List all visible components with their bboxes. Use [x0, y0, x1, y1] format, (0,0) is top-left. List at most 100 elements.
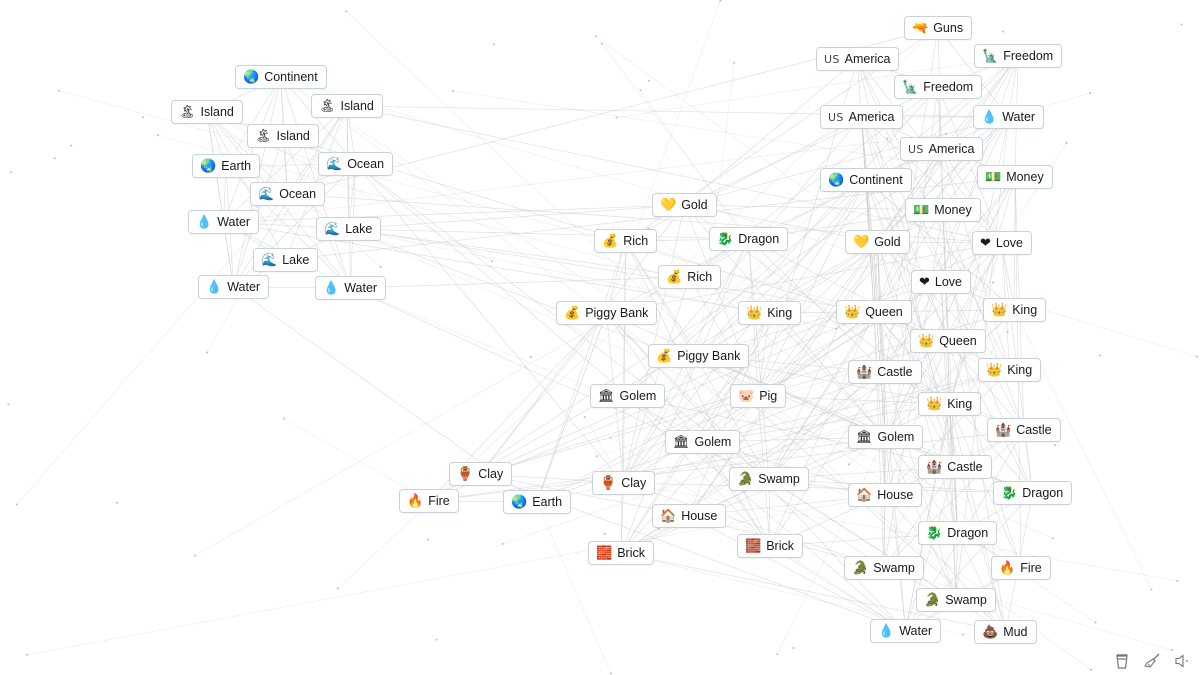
element-ocean[interactable]: 🌊 Ocean: [318, 152, 394, 176]
element-clay[interactable]: 🏺 Clay: [449, 462, 513, 486]
element-dragon[interactable]: 🐉 Dragon: [993, 481, 1073, 505]
element-label: Piggy Bank: [677, 349, 741, 363]
stray-dot: [53, 157, 56, 160]
element-water[interactable]: 💧 Water: [973, 105, 1045, 129]
element-label: Castle: [1016, 423, 1052, 437]
element-king[interactable]: 👑 King: [983, 298, 1047, 322]
element-queen[interactable]: 👑 Queen: [910, 329, 986, 353]
element-fire[interactable]: 🔥 Fire: [991, 556, 1051, 580]
element-guns[interactable]: 🔫 Guns: [904, 16, 973, 40]
coffee-cup-icon[interactable]: [1114, 653, 1130, 669]
element-clay[interactable]: 🏺 Clay: [592, 471, 656, 495]
element-water[interactable]: 💧 Water: [315, 276, 387, 300]
element-queen[interactable]: 👑 Queen: [836, 300, 912, 324]
element-freedom[interactable]: 🗽 Freedom: [974, 44, 1063, 68]
speaker-muted-icon[interactable]: [1174, 653, 1190, 669]
element-golem[interactable]: 🏛 Golem: [665, 430, 741, 454]
element-king[interactable]: 👑 King: [978, 358, 1042, 382]
broom-icon[interactable]: [1144, 653, 1160, 669]
element-lake[interactable]: 🌊 Lake: [253, 248, 319, 272]
castle-icon: 🏰: [856, 364, 873, 380]
element-label: Continent: [849, 173, 903, 187]
crown-icon: 👑: [746, 305, 763, 321]
element-money[interactable]: 💵 Money: [977, 165, 1053, 189]
edge-line: [940, 176, 1016, 283]
element-water[interactable]: 💧 Water: [198, 275, 270, 299]
element-earth[interactable]: 🌏 Earth: [192, 154, 261, 178]
element-mud[interactable]: 💩 Mud: [974, 620, 1037, 644]
element-continent[interactable]: 🌏 Continent: [235, 65, 327, 89]
element-swamp[interactable]: 🐊 Swamp: [844, 556, 924, 580]
stray-dot: [70, 144, 73, 147]
edge-line: [623, 355, 699, 484]
element-money[interactable]: 💵 Money: [905, 198, 981, 222]
us-flag-icon: US: [908, 142, 924, 156]
element-america[interactable]: US America: [816, 47, 900, 71]
element-label: Freedom: [923, 80, 974, 94]
element-america[interactable]: US America: [820, 105, 904, 129]
element-dragon[interactable]: 🐉 Dragon: [918, 521, 998, 545]
element-love[interactable]: ❤ Love: [911, 270, 972, 294]
element-label: Dragon: [738, 232, 780, 246]
element-king[interactable]: 👑 King: [738, 301, 802, 325]
element-label: Earth: [221, 159, 252, 173]
element-love[interactable]: ❤ Love: [972, 231, 1033, 255]
element-island[interactable]: 🏝 Island: [247, 124, 319, 148]
element-island[interactable]: 🏝 Island: [311, 94, 383, 118]
element-golem[interactable]: 🏛 Golem: [848, 425, 924, 449]
element-label: Golem: [619, 389, 657, 403]
element-castle[interactable]: 🏰 Castle: [848, 360, 922, 384]
element-golem[interactable]: 🏛 Golem: [590, 384, 666, 408]
element-earth[interactable]: 🌏 Earth: [503, 490, 572, 514]
globe-icon: 🌏: [200, 158, 217, 174]
element-house[interactable]: 🏠 House: [652, 504, 727, 528]
element-fire[interactable]: 🔥 Fire: [399, 489, 459, 513]
clay-icon: 🏺: [600, 475, 617, 491]
element-america[interactable]: US America: [900, 137, 984, 161]
element-king[interactable]: 👑 King: [918, 392, 982, 416]
element-pig[interactable]: 🐷 Pig: [730, 384, 787, 408]
element-ocean[interactable]: 🌊 Ocean: [250, 182, 326, 206]
element-label: Swamp: [758, 472, 800, 486]
golem-icon: 🏛: [598, 388, 615, 404]
element-swamp[interactable]: 🐊 Swamp: [729, 467, 809, 491]
element-gold[interactable]: 💛 Gold: [845, 230, 910, 254]
element-castle[interactable]: 🏰 Castle: [918, 455, 992, 479]
element-swamp[interactable]: 🐊 Swamp: [916, 588, 996, 612]
element-label: Water: [344, 281, 378, 295]
element-continent[interactable]: 🌏 Continent: [820, 168, 912, 192]
element-piggy-bank[interactable]: 💰 Piggy Bank: [648, 344, 750, 368]
element-dragon[interactable]: 🐉 Dragon: [709, 227, 789, 251]
element-island[interactable]: 🏝 Island: [171, 100, 243, 124]
element-piggy-bank[interactable]: 💰 Piggy Bank: [556, 301, 658, 325]
element-freedom[interactable]: 🗽 Freedom: [894, 75, 983, 99]
element-gold[interactable]: 💛 Gold: [652, 193, 717, 217]
element-label: Brick: [766, 539, 794, 553]
element-label: Island: [276, 129, 310, 143]
element-label: Queen: [865, 305, 903, 319]
element-water[interactable]: 💧 Water: [870, 619, 942, 643]
heart-yellow-icon: 💛: [853, 234, 870, 250]
element-label: Fire: [1020, 561, 1042, 575]
edge-line: [280, 76, 1092, 671]
element-water[interactable]: 💧 Water: [188, 210, 260, 234]
element-label: Continent: [264, 70, 318, 84]
element-label: Piggy Bank: [585, 306, 649, 320]
element-house[interactable]: 🏠 House: [848, 483, 923, 507]
element-brick[interactable]: 🧱 Brick: [588, 541, 654, 565]
element-label: Freedom: [1003, 49, 1054, 63]
money-icon: 💵: [913, 202, 930, 218]
element-brick[interactable]: 🧱 Brick: [737, 534, 803, 558]
element-label: Castle: [877, 365, 913, 379]
droplet-icon: 💧: [878, 623, 895, 639]
element-castle[interactable]: 🏰 Castle: [987, 418, 1061, 442]
element-label: Water: [217, 215, 251, 229]
element-label: America: [844, 52, 891, 66]
wave-icon: 🌊: [258, 186, 275, 202]
element-rich[interactable]: 💰 Rich: [594, 229, 658, 253]
element-label: Golem: [694, 435, 732, 449]
stray-dot: [792, 647, 795, 650]
element-lake[interactable]: 🌊 Lake: [316, 217, 382, 241]
island-icon: 🏝: [255, 128, 272, 144]
element-rich[interactable]: 💰 Rich: [658, 265, 722, 289]
